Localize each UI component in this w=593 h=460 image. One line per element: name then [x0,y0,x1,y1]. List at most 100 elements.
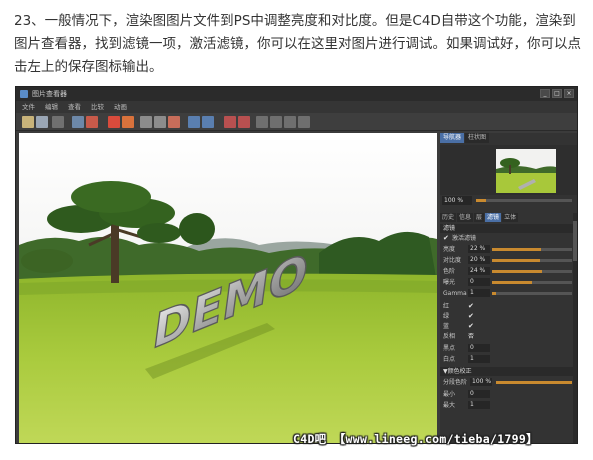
white-point-label: 白点 [443,356,456,363]
close-button[interactable]: × [564,89,574,98]
channel-label: 红 [443,303,450,310]
tab-filter[interactable]: 滤镜 [485,213,502,222]
zoom-row: 100 % [442,196,574,205]
zoom-field[interactable]: 100 % [442,196,472,205]
menu-bar: 文件 编辑 查看 比较 动画 [16,101,577,113]
side-panel-scrollbar[interactable] [573,213,577,443]
param-slider-fill [492,292,496,295]
max-row: 最大 1 [440,401,577,410]
navigator-tabs: 导航器 柱状图 [440,133,490,143]
filter-icon[interactable] [256,116,268,128]
layer-icon[interactable] [298,116,310,128]
filter-param-row: 对比度 20 % [440,256,577,265]
picture-viewer-screenshot: 图片查看器 _ □ × 文件 编辑 查看 比较 动画 DEMO 导航器 柱状图 … [15,86,578,444]
levels-field[interactable]: 100 % [470,378,492,386]
param-slider-fill [492,259,540,262]
channel-b-icon[interactable] [238,116,250,128]
render-image: DEMO [19,133,437,443]
levels-slider[interactable] [496,381,572,384]
fit-icon[interactable] [140,116,152,128]
param-slider[interactable] [492,248,572,251]
channel-row-green: 绿 ✔ [440,312,577,321]
filter-section-header: 滤镜 [440,224,577,233]
min-row: 最小 0 [440,390,577,399]
window-title: 图片查看器 [32,90,67,98]
stop-all-icon[interactable] [122,116,134,128]
black-point-field[interactable]: 0 [468,344,490,352]
zoom-slider[interactable] [476,199,572,202]
min-field[interactable]: 0 [468,390,490,398]
param-slider[interactable] [492,259,572,262]
min-label: 最小 [443,391,456,398]
param-slider[interactable] [492,292,572,295]
tab-navigator[interactable]: 导航器 [440,133,465,143]
fit-full-icon[interactable] [154,116,166,128]
param-slider[interactable] [492,270,572,273]
filter-param-row: Gamma 1 [440,289,577,298]
menu-compare[interactable]: 比较 [91,101,104,113]
channel-label: 蓝 [443,323,450,330]
white-point-field[interactable]: 1 [468,355,490,363]
invert-value[interactable]: 否 [468,333,474,340]
navigator-thumbnail-area [440,145,577,195]
tab-info[interactable]: 信息 [457,213,474,222]
save-all-icon[interactable] [52,116,64,128]
param-value[interactable]: 1 [468,289,490,297]
channel-row-red: 红 ✔ [440,302,577,311]
render-icon[interactable] [86,116,98,128]
tab-stereo[interactable]: 立体 [502,213,519,222]
levels-slider-fill [496,381,572,384]
color-correction-header[interactable]: ▼颜色校正 [440,367,577,376]
param-value[interactable]: 0 [468,278,490,286]
activate-filter-checkbox[interactable]: ✔ [443,235,450,242]
param-value[interactable]: 24 % [468,267,490,275]
tutorial-paragraph: 23、一般情况下，渲染图图片文件到PS中调整亮度和对比度。但是C4D自带这个功能… [14,13,581,75]
save-icon[interactable] [36,116,48,128]
filter-param-row: 色阶 24 % [440,267,577,276]
tab-history[interactable]: 历史 [440,213,457,222]
open-icon[interactable] [22,116,34,128]
window-titlebar: 图片查看器 _ □ × [16,87,577,101]
side-panel: 导航器 柱状图 100 % 历史 信息 层 滤镜 立体 滤镜 ✔ 激活滤镜 亮度… [440,133,577,443]
param-label: 对比度 [443,257,462,264]
stereo-icon[interactable] [270,116,282,128]
menu-view[interactable]: 查看 [68,101,81,113]
param-slider[interactable] [492,281,572,284]
white-point-row: 白点 1 [440,355,577,364]
scrollbar-thumb[interactable] [573,221,577,261]
param-slider-fill [492,281,532,284]
channel-a-icon[interactable] [224,116,236,128]
channel-label: 绿 [443,313,450,320]
ab-compare-icon[interactable] [188,116,200,128]
minimize-button[interactable]: _ [540,89,550,98]
panel-tabs: 历史 信息 层 滤镜 立体 [440,213,519,222]
channel-green-checkbox[interactable]: ✔ [468,313,475,320]
swap-icon[interactable] [202,116,214,128]
tab-layers[interactable]: 层 [474,213,485,222]
param-label: 亮度 [443,246,456,253]
render-viewport[interactable]: DEMO [19,133,437,443]
max-field[interactable]: 1 [468,401,490,409]
menu-edit[interactable]: 编辑 [45,101,58,113]
param-value[interactable]: 20 % [468,256,490,264]
param-label: 色阶 [443,268,456,275]
param-slider-fill [492,248,541,251]
color-icon[interactable] [284,116,296,128]
toolbar [16,113,577,131]
region-render-icon[interactable] [72,116,84,128]
navigator-thumbnail[interactable] [496,149,556,193]
invert-row: 反相 否 [440,332,577,341]
channel-blue-checkbox[interactable]: ✔ [468,323,475,330]
maximize-button[interactable]: □ [552,89,562,98]
zoom-icon[interactable] [168,116,180,128]
stop-icon[interactable] [108,116,120,128]
tab-histogram[interactable]: 柱状图 [465,133,490,143]
param-label: 曝光 [443,279,456,286]
menu-file[interactable]: 文件 [22,101,35,113]
menu-animation[interactable]: 动画 [114,101,127,113]
channel-red-checkbox[interactable]: ✔ [468,303,475,310]
channel-row-blue: 蓝 ✔ [440,322,577,331]
param-value[interactable]: 22 % [468,245,490,253]
max-label: 最大 [443,402,456,409]
watermark: C4D吧 【www.lineeg.com/tieba/1799】 [293,432,538,446]
